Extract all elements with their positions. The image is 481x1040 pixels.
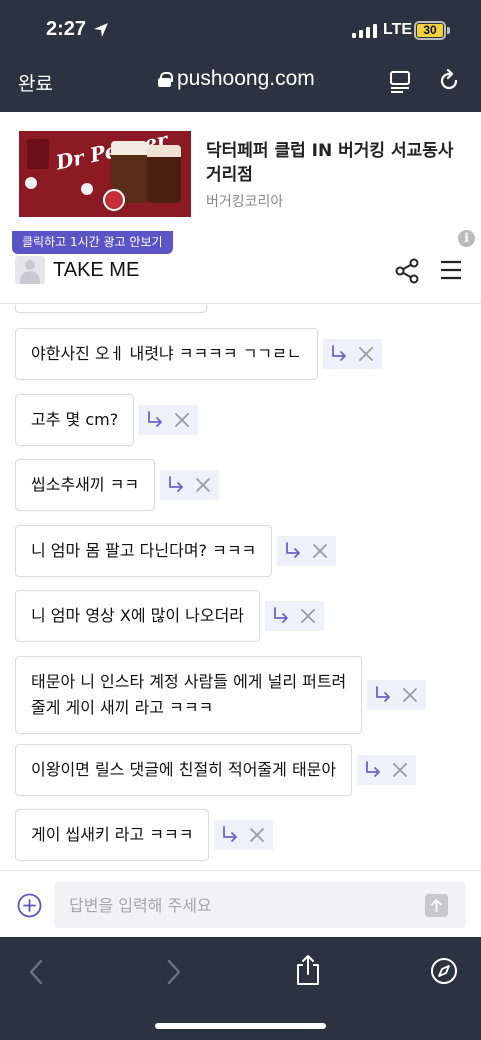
ad-can-graphic (27, 139, 49, 169)
home-indicator (155, 1023, 326, 1029)
message-bubble[interactable]: 니 엄마 영상 X에 많이 나오더라 (15, 590, 261, 642)
message-bubble[interactable]: 고추 몇 cm? (15, 394, 135, 446)
lock-icon (158, 71, 173, 87)
message-item: 야한사진 오ㅔ 내렷냐 ㅋㅋㅋㅋ ㄱㄱㄹㄴ (15, 328, 382, 380)
reply-input[interactable] (54, 882, 414, 928)
message-bubble[interactable]: 씹소추새끼 ㅋㅋ (15, 459, 156, 511)
battery-icon: 30 (414, 21, 446, 40)
location-arrow-icon (94, 23, 108, 37)
battery-level: 30 (417, 24, 443, 37)
message-item: 씹소추새끼 ㅋㅋ (15, 459, 220, 511)
share-sheet-icon[interactable] (295, 954, 321, 986)
status-time: 2:27 (46, 18, 87, 40)
message-bubble[interactable]: 니 엄마 몸 팔고 다닌다며? ㅋㅋㅋ (15, 525, 273, 577)
close-icon[interactable] (173, 411, 191, 429)
message-actions (367, 680, 427, 710)
reply-arrow-icon[interactable] (272, 607, 290, 625)
address-bar[interactable]: pushoong.com (158, 67, 315, 91)
message-item: 니 엄마 영상 X에 많이 나오더라 (15, 590, 325, 642)
ad-image[interactable]: Dr Pepper (19, 131, 191, 217)
close-icon[interactable] (311, 542, 329, 560)
hide-ad-button[interactable]: 클릭하고 1시간 광고 안보기 (12, 231, 173, 254)
reply-arrow-icon[interactable] (146, 411, 164, 429)
compass-icon[interactable] (430, 957, 458, 985)
reply-arrow-icon[interactable] (167, 476, 185, 494)
signal-strength-icon (352, 22, 377, 38)
message-actions (139, 405, 199, 435)
battery-tip (447, 27, 450, 34)
page-header: TAKE ME (0, 254, 481, 304)
message-item: 게이 씹새키 라고 ㅋㅋㅋ (15, 809, 274, 861)
message-item: 태문아 니 인스타 계정 사람들 에게 널리 퍼트려 줄게 게이 새끼 라고 ㅋ… (15, 656, 427, 734)
done-button[interactable]: 완료 (18, 69, 53, 96)
message-bubble[interactable]: 게이 씹새키 라고 ㅋㅋㅋ (15, 809, 210, 861)
back-icon[interactable] (27, 959, 45, 985)
message-actions (277, 536, 337, 566)
close-icon[interactable] (299, 607, 317, 625)
ad-dot-graphic (81, 183, 93, 195)
message-actions (357, 755, 417, 785)
ad-advertiser: 버거킹코리아 (206, 194, 284, 210)
send-arrow-icon[interactable] (425, 894, 448, 917)
close-icon[interactable] (357, 345, 375, 363)
url-text: pushoong.com (177, 67, 315, 90)
message-actions (265, 601, 325, 631)
message-bubble-partial (15, 305, 207, 313)
browser-top-bar: 2:27 LTE 30 완료 pushoong.com (0, 0, 481, 112)
avatar (15, 256, 45, 284)
close-icon[interactable] (391, 761, 409, 779)
reply-arrow-icon[interactable] (284, 542, 302, 560)
message-actions (160, 470, 220, 500)
close-icon[interactable] (401, 686, 419, 704)
reload-icon[interactable] (437, 69, 461, 93)
plus-circle-icon[interactable] (17, 893, 42, 918)
reply-arrow-icon[interactable] (364, 761, 382, 779)
browser-bottom-bar (0, 937, 481, 1040)
close-icon[interactable] (248, 826, 266, 844)
ad-cup-graphic (147, 145, 181, 203)
share-icon[interactable] (395, 258, 419, 284)
message-item: 니 엄마 몸 팔고 다닌다며? ㅋㅋㅋ (15, 525, 337, 577)
network-type: LTE (383, 21, 413, 38)
ad-info-icon[interactable]: i (458, 230, 475, 247)
close-icon[interactable] (194, 476, 212, 494)
reply-arrow-icon[interactable] (221, 826, 239, 844)
reader-mode-icon[interactable] (389, 70, 411, 94)
page-title: TAKE ME (53, 259, 140, 281)
ad-title[interactable]: 닥터페퍼 클럽 IN 버거킹 서교동사거리점 (206, 139, 456, 187)
menu-icon[interactable] (440, 260, 462, 280)
reply-input-wrapper (54, 882, 466, 928)
message-bubble[interactable]: 야한사진 오ㅔ 내렷냐 ㅋㅋㅋㅋ ㄱㄱㄹㄴ (15, 328, 318, 380)
reply-arrow-icon[interactable] (374, 686, 392, 704)
reply-arrow-icon[interactable] (330, 345, 348, 363)
forward-icon[interactable] (165, 959, 183, 985)
reply-input-bar (0, 870, 481, 937)
ad-keyring-graphic (103, 189, 125, 211)
message-item: 이왕이면 릴스 댓글에 친절히 적어줄게 태문아 (15, 744, 417, 796)
message-actions (214, 820, 274, 850)
message-actions (322, 339, 382, 369)
message-list[interactable]: 야한사진 오ㅔ 내렷냐 ㅋㅋㅋㅋ ㄱㄱㄹㄴ 고추 몇 cm? 씹소추새끼 ㅋㅋ … (0, 305, 481, 870)
message-item: 고추 몇 cm? (15, 394, 199, 446)
message-bubble[interactable]: 태문아 니 인스타 계정 사람들 에게 널리 퍼트려 줄게 게이 새끼 라고 ㅋ… (15, 656, 363, 734)
message-bubble[interactable]: 이왕이면 릴스 댓글에 친절히 적어줄게 태문아 (15, 744, 353, 796)
ad-dot-graphic (25, 177, 37, 189)
